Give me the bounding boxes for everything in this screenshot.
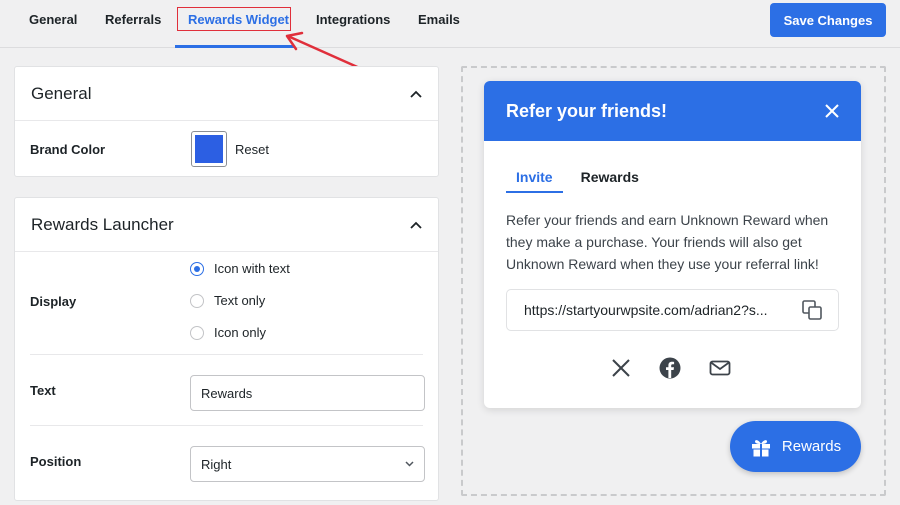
launcher-panel-header[interactable]: Rewards Launcher <box>15 198 438 252</box>
tab-referrals[interactable]: Referrals <box>105 12 161 27</box>
facebook-icon[interactable] <box>659 357 681 379</box>
display-option-label: Icon with text <box>214 261 290 276</box>
radio-checked[interactable] <box>190 261 204 276</box>
panel-title: Rewards Launcher <box>31 214 174 234</box>
rewards-launcher-panel: Rewards Launcher Display Icon with text … <box>14 197 439 501</box>
launcher-text-input[interactable] <box>190 375 425 411</box>
radio-unchecked[interactable] <box>190 293 204 308</box>
annotation-highlight-box <box>177 7 291 31</box>
position-select[interactable]: Right <box>190 446 425 482</box>
rewards-widget-preview: Refer your friends! Invite Rewards Refer… <box>484 81 861 408</box>
brand-color-label: Brand Color <box>30 142 106 157</box>
display-option-icon-only[interactable]: Icon only <box>190 325 266 340</box>
position-label: Position <box>30 454 82 469</box>
display-option-label: Text only <box>214 293 266 308</box>
tab-general[interactable]: General <box>29 12 77 27</box>
widget-tab-rewards[interactable]: Rewards <box>581 169 639 193</box>
tab-emails[interactable]: Emails <box>418 12 460 27</box>
launcher-label: Rewards <box>781 438 842 455</box>
share-icons <box>611 357 731 379</box>
widget-tab-invite[interactable]: Invite <box>506 169 563 193</box>
display-label: Display <box>30 294 77 309</box>
save-changes-button[interactable]: Save Changes <box>770 3 886 37</box>
widget-title: Refer your friends! <box>506 100 668 121</box>
chevron-up-icon[interactable] <box>410 90 422 98</box>
position-value: Right <box>201 456 232 472</box>
row-divider <box>30 425 423 426</box>
general-panel: General Brand Color Reset <box>14 66 439 177</box>
widget-description: Refer your friends and earn Unknown Rewa… <box>506 212 829 272</box>
reset-link[interactable]: Reset <box>235 142 269 157</box>
widget-tabs: Invite Rewards <box>506 169 639 193</box>
display-option-text-only[interactable]: Text only <box>190 293 265 308</box>
referral-link-text: https://startyourwpsite.com/adrian2?s... <box>524 302 768 318</box>
row-divider <box>30 354 423 355</box>
tab-integrations[interactable]: Integrations <box>316 12 390 27</box>
brand-color-swatch[interactable] <box>191 131 227 167</box>
chevron-down-icon <box>405 461 414 467</box>
display-option-icon-with-text[interactable]: Icon with text <box>190 261 290 276</box>
brand-color-fill <box>195 135 223 163</box>
copy-icon[interactable] <box>802 300 822 320</box>
rewards-launcher-button[interactable]: Rewards <box>730 421 861 472</box>
chevron-up-icon[interactable] <box>410 221 422 229</box>
referral-link-box[interactable]: https://startyourwpsite.com/adrian2?s... <box>506 289 839 331</box>
panel-title: General <box>31 83 92 103</box>
gift-icon <box>751 439 770 456</box>
general-panel-header[interactable]: General <box>15 67 438 121</box>
active-tab-indicator <box>175 45 294 48</box>
display-option-label: Icon only <box>214 325 267 340</box>
top-nav: General Referrals Rewards Widget Integra… <box>0 0 900 48</box>
text-label: Text <box>30 383 56 398</box>
radio-unchecked[interactable] <box>190 325 204 340</box>
widget-header: Refer your friends! <box>484 81 861 141</box>
close-icon[interactable] <box>825 104 839 118</box>
x-icon[interactable] <box>611 358 631 378</box>
mail-icon[interactable] <box>709 360 731 376</box>
